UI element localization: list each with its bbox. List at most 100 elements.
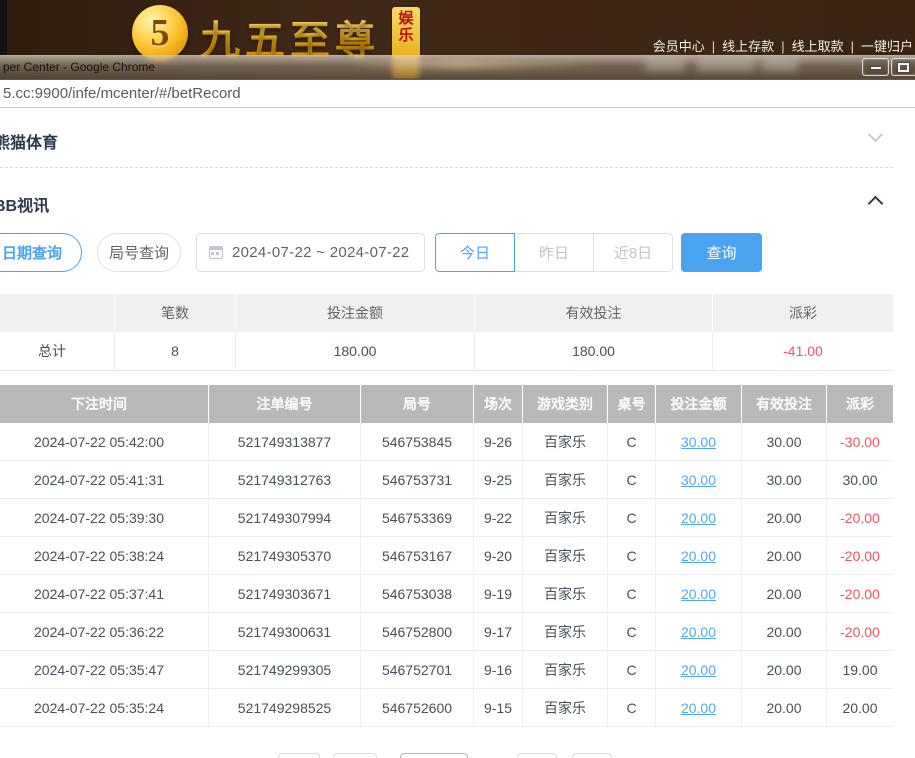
pagination-button[interactable] <box>278 753 320 758</box>
cell-session: 9-16 <box>474 651 523 688</box>
cell-round-id: 546753038 <box>361 575 474 612</box>
bet-amount-link[interactable]: 20.00 <box>681 510 716 526</box>
cell-order-id: 521749305370 <box>209 537 361 574</box>
summary-total-row: 总计 8 180.00 180.00 -41.00 <box>0 332 893 371</box>
bet-amount-link[interactable]: 20.00 <box>681 586 716 602</box>
cell-table-id: C <box>608 423 656 460</box>
cell-payout: -20.00 <box>827 537 893 574</box>
bet-col-header: 桌号 <box>608 385 656 423</box>
banner-link[interactable]: 会员中心 <box>653 39 705 54</box>
summary-bet-amount: 180.00 <box>236 332 475 370</box>
cell-bet-time: 2024-07-22 05:36:22 <box>0 613 209 650</box>
bet-amount-link[interactable]: 30.00 <box>681 472 716 488</box>
date-range-input[interactable]: 2024-07-22 ~ 2024-07-22 <box>196 233 425 272</box>
cell-bet-amount: 20.00 <box>656 537 742 574</box>
section-bb-video[interactable]: BB视讯 <box>0 186 893 216</box>
summary-col-header: 有效投注 <box>475 294 713 332</box>
maximize-icon <box>898 63 909 72</box>
banner-link[interactable]: 一键归户 <box>861 39 913 54</box>
cell-bet-time: 2024-07-22 05:39:30 <box>0 499 209 536</box>
cell-bet-time: 2024-07-22 05:37:41 <box>0 575 209 612</box>
cell-session: 9-22 <box>474 499 523 536</box>
cell-session: 9-25 <box>474 461 523 498</box>
cell-payout: 30.00 <box>827 461 893 498</box>
section-panda-sports[interactable]: 熊猫体育 <box>0 123 893 153</box>
pagination-button[interactable] <box>333 753 377 758</box>
pagination-button[interactable] <box>517 753 557 758</box>
page-content: 熊猫体育 BB视讯 日期查询 局号查询 2024-07-22 ~ 2024-07… <box>0 108 915 758</box>
summary-label: 总计 <box>0 332 115 370</box>
table-row: 2024-07-22 05:38:24521749305370546753167… <box>0 537 893 575</box>
bet-table-header-row: 下注时间注单编号局号场次游戏类别桌号投注金额有效投注派彩 <box>0 385 893 423</box>
pagination-page-select[interactable] <box>400 753 468 758</box>
cell-order-id: 521749313877 <box>209 423 361 460</box>
minimize-button[interactable] <box>862 58 889 76</box>
bet-amount-link[interactable]: 30.00 <box>681 434 716 450</box>
bet-col-header: 下注时间 <box>0 385 209 423</box>
table-row: 2024-07-22 05:37:41521749303671546753038… <box>0 575 893 613</box>
cell-valid-bet: 20.00 <box>742 613 827 650</box>
cell-bet-time: 2024-07-22 05:38:24 <box>0 537 209 574</box>
summary-header-row: 笔数投注金额有效投注派彩 <box>0 294 893 332</box>
cell-valid-bet: 30.00 <box>742 423 827 460</box>
logo-coin-glyph: 5 <box>151 11 170 55</box>
cell-payout: -20.00 <box>827 575 893 612</box>
cell-game-type: 百家乐 <box>523 461 608 498</box>
maximize-button[interactable] <box>891 58 915 76</box>
screen: 5 九五至尊 娱乐 会员中心|线上存款|线上取款|一键归户 per Center… <box>0 0 915 758</box>
cell-round-id: 546752600 <box>361 689 474 726</box>
bet-col-header: 派彩 <box>827 385 893 423</box>
last8days-button[interactable]: 近8日 <box>594 233 673 272</box>
section-divider <box>0 167 893 168</box>
address-bar[interactable]: 5.cc:9900/infe/mcenter/#/betRecord <box>0 80 915 108</box>
cell-bet-amount: 30.00 <box>656 461 742 498</box>
pagination-button[interactable] <box>572 753 612 758</box>
cell-table-id: C <box>608 651 656 688</box>
cell-payout: -20.00 <box>827 499 893 536</box>
bet-amount-link[interactable]: 20.00 <box>681 700 716 716</box>
banner-left-strip <box>0 0 7 55</box>
cell-bet-time: 2024-07-22 05:35:24 <box>0 689 209 726</box>
cell-session: 9-26 <box>474 423 523 460</box>
banner-link[interactable]: 线上存款 <box>722 39 774 54</box>
section-bb-video-title: BB视讯 <box>0 192 49 216</box>
cell-valid-bet: 20.00 <box>742 651 827 688</box>
chevron-down-icon[interactable] <box>868 127 884 143</box>
cell-game-type: 百家乐 <box>523 499 608 536</box>
yesterday-button[interactable]: 昨日 <box>515 233 594 272</box>
table-row: 2024-07-22 05:42:00521749313877546753845… <box>0 423 893 461</box>
date-query-tab[interactable]: 日期查询 <box>0 233 82 272</box>
bet-amount-link[interactable]: 20.00 <box>681 624 716 640</box>
cell-round-id: 546753167 <box>361 537 474 574</box>
cell-order-id: 521749300631 <box>209 613 361 650</box>
cell-table-id: C <box>608 575 656 612</box>
cell-bet-time: 2024-07-22 05:35:47 <box>0 651 209 688</box>
cell-round-id: 546753731 <box>361 461 474 498</box>
banner-nav-links: 会员中心|线上存款|线上取款|一键归户 <box>653 36 913 55</box>
cell-payout: -20.00 <box>827 613 893 650</box>
today-button[interactable]: 今日 <box>435 233 515 272</box>
chevron-up-icon[interactable] <box>868 196 884 212</box>
summary-col-header <box>0 294 115 332</box>
banner-link[interactable]: 线上取款 <box>792 39 844 54</box>
cell-round-id: 546753369 <box>361 499 474 536</box>
date-range-value: 2024-07-22 ~ 2024-07-22 <box>232 244 409 261</box>
round-query-tab[interactable]: 局号查询 <box>97 233 181 272</box>
nav-separator: | <box>851 39 854 54</box>
cell-bet-amount: 20.00 <box>656 689 742 726</box>
cell-table-id: C <box>608 537 656 574</box>
cell-valid-bet: 20.00 <box>742 537 827 574</box>
filter-toolbar: 日期查询 局号查询 2024-07-22 ~ 2024-07-22 今日 昨日 … <box>0 233 893 272</box>
bet-amount-link[interactable]: 20.00 <box>681 662 716 678</box>
cell-table-id: C <box>608 613 656 650</box>
cell-game-type: 百家乐 <box>523 575 608 612</box>
search-button[interactable]: 查询 <box>681 233 762 272</box>
bet-table-rows: 2024-07-22 05:42:00521749313877546753845… <box>0 423 893 727</box>
cell-valid-bet: 20.00 <box>742 575 827 612</box>
cell-bet-amount: 20.00 <box>656 651 742 688</box>
summary-col-header: 笔数 <box>115 294 236 332</box>
bet-amount-link[interactable]: 20.00 <box>681 548 716 564</box>
cell-valid-bet: 30.00 <box>742 461 827 498</box>
window-titlebar[interactable]: per Center - Google Chrome <box>0 55 915 80</box>
cell-table-id: C <box>608 461 656 498</box>
